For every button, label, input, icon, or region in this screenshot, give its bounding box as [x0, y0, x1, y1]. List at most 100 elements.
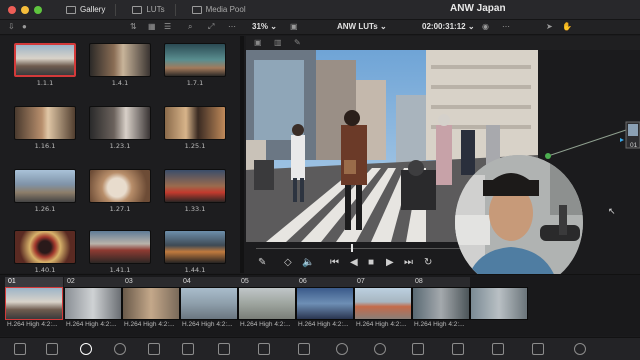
blur-icon[interactable] [452, 343, 464, 355]
pointer-icon[interactable]: ➤ [546, 22, 553, 32]
tab-gallery[interactable]: Gallery [58, 0, 124, 20]
sort-icon[interactable]: ⇅ [130, 22, 137, 32]
gallery-still[interactable]: 1.44.1 [164, 230, 226, 274]
gallery-slider-dot[interactable]: ● [22, 22, 27, 32]
last-frame-button[interactable]: ⏭ [404, 257, 413, 268]
expand-icon[interactable]: ⤢ [208, 22, 214, 32]
timeline-clip[interactable]: 06 H.264 High 4:2:... [296, 277, 354, 335]
tab-media-pool[interactable]: Media Pool [184, 0, 254, 20]
tab-luts[interactable]: LUTs [124, 0, 183, 20]
presenter-webcam-overlay [455, 155, 583, 290]
zoom-level[interactable]: 31% ⌄ [252, 22, 277, 32]
clip-codec: H.264 High 4:2:... [66, 321, 117, 328]
3d-icon[interactable] [574, 343, 586, 355]
magic-mask-icon[interactable] [412, 343, 424, 355]
timeline-clip[interactable]: 04 H.264 High 4:2:... [180, 277, 238, 335]
clip-number: 03 [122, 277, 180, 287]
still-label: 1.4.1 [111, 79, 129, 87]
gallery-still[interactable]: 1.4.1 [89, 43, 151, 87]
motion-effects-icon[interactable] [182, 343, 194, 355]
timeline-clip[interactable]: 07 H.264 High 4:2:... [354, 277, 412, 335]
image-wipe-icon[interactable]: ▣ [254, 38, 262, 47]
mouse-cursor-icon: ↖ [608, 206, 616, 216]
menu-icon[interactable]: ⋯ [502, 22, 510, 32]
gallery-still[interactable]: 1.40.1 [14, 230, 76, 274]
loop-button[interactable]: ↻ [424, 257, 432, 268]
color-wheels-icon[interactable] [80, 343, 92, 355]
key-icon[interactable] [492, 343, 504, 355]
gallery-still[interactable]: 1.33.1 [164, 169, 226, 213]
tab-divider [174, 3, 176, 16]
play-button[interactable]: ▶ [386, 257, 394, 268]
clip-codec: H.264 High 4:2:... [414, 321, 465, 328]
more-options-icon[interactable]: ⋯ [228, 22, 236, 32]
highlight-toggle-icon[interactable]: ◇ [284, 257, 292, 268]
still-label: 1.1.1 [36, 79, 54, 87]
still-label: 1.33.1 [184, 205, 206, 213]
gallery-panel: 1.1.1 1.4.1 1.7.1 1.16.1 1.23.1 1.25.1 1… [0, 36, 244, 274]
gallery-still[interactable]: 1.7.1 [164, 43, 226, 87]
gallery-still[interactable]: 1.25.1 [164, 106, 226, 150]
gallery-still[interactable]: 1.23.1 [89, 106, 151, 150]
viewer-options-bar: ▣ ▥ ✎ [246, 36, 640, 50]
hand-icon[interactable]: ✋ [562, 22, 572, 32]
color-wheel-icon[interactable]: ◉ [482, 22, 489, 32]
resolve-color-page: Gallery LUTs Media Pool ANW Japan ⇩ ● ⇅ … [0, 0, 640, 360]
gallery-still[interactable]: 1.16.1 [14, 106, 76, 150]
reverse-play-button[interactable]: ◀ [350, 257, 358, 268]
main-toolbar: ⇩ ● ⇅ ▦ ☰ ⌕ ⤢ ⋯ 31% ⌄ ▣ ANW LUTs ⌄ 02:00… [0, 20, 640, 35]
window-icon[interactable] [336, 343, 348, 355]
tracker-icon[interactable] [374, 343, 386, 355]
still-thumbnail [14, 169, 76, 203]
still-label: 1.26.1 [34, 205, 56, 213]
search-icon[interactable]: ⌕ [188, 22, 192, 32]
stop-button[interactable]: ■ [368, 257, 374, 268]
grid-view-icon[interactable]: ▦ [148, 22, 156, 32]
timecode-display[interactable]: 02:00:31:12 ⌄ [422, 22, 475, 32]
split-screen-icon[interactable]: ▥ [274, 38, 282, 47]
clip-number: 05 [238, 277, 296, 287]
close-window-button[interactable] [8, 5, 16, 14]
panel-divider[interactable] [240, 36, 244, 273]
still-thumbnail [89, 106, 151, 140]
timeline-clip[interactable] [470, 277, 528, 335]
timeline-clip[interactable]: 01 H.264 High 4:2:... [5, 277, 63, 335]
highlight-icon[interactable]: ✎ [294, 38, 301, 47]
gallery-still[interactable]: 1.1.1 [14, 43, 76, 87]
list-view-icon[interactable]: ☰ [164, 22, 171, 32]
camera-raw-icon[interactable] [14, 343, 26, 355]
minimize-window-button[interactable] [21, 5, 29, 14]
curves-icon[interactable] [218, 343, 230, 355]
timeline-clip[interactable]: 05 H.264 High 4:2:... [238, 277, 296, 335]
rgb-mixer-icon[interactable] [148, 343, 160, 355]
audio-icon[interactable]: 🔈 [302, 257, 314, 268]
timeline-clip[interactable]: 08 H.264 High 4:2:... [412, 277, 470, 335]
lut-menu[interactable]: ANW LUTs ⌄ [337, 22, 387, 32]
first-frame-button[interactable]: ⏮ [330, 257, 339, 268]
still-label: 1.23.1 [109, 142, 131, 150]
color-picker-icon[interactable]: ✎ [258, 257, 266, 268]
playhead[interactable] [351, 244, 353, 252]
clip-number-blank [470, 277, 528, 287]
project-title: ANW Japan [450, 3, 506, 14]
still-label: 1.25.1 [184, 142, 206, 150]
color-match-icon[interactable] [46, 343, 58, 355]
viewer-mode-icon[interactable]: ▣ [290, 22, 298, 32]
timeline-clip[interactable]: 02 H.264 High 4:2:... [64, 277, 122, 335]
gallery-still[interactable]: 1.26.1 [14, 169, 76, 213]
tab-luts-label: LUTs [146, 5, 165, 14]
clip-codec: H.264 High 4:2:... [7, 321, 58, 328]
gallery-still[interactable]: 1.41.1 [89, 230, 151, 274]
clip-thumbnail [470, 287, 528, 320]
gallery-still[interactable]: 1.27.1 [89, 169, 151, 213]
hdr-wheels-icon[interactable] [114, 343, 126, 355]
qualifier-icon[interactable] [298, 343, 310, 355]
zoom-window-button[interactable] [34, 5, 42, 14]
clip-codec: H.264 High 4:2:... [182, 321, 233, 328]
sizing-icon[interactable] [532, 343, 544, 355]
tab-divider [115, 3, 117, 16]
import-icon[interactable]: ⇩ [8, 22, 15, 32]
clip-number: 04 [180, 277, 238, 287]
color-warper-icon[interactable] [258, 343, 270, 355]
timeline-clip[interactable]: 03 H.264 High 4:2:... [122, 277, 180, 335]
